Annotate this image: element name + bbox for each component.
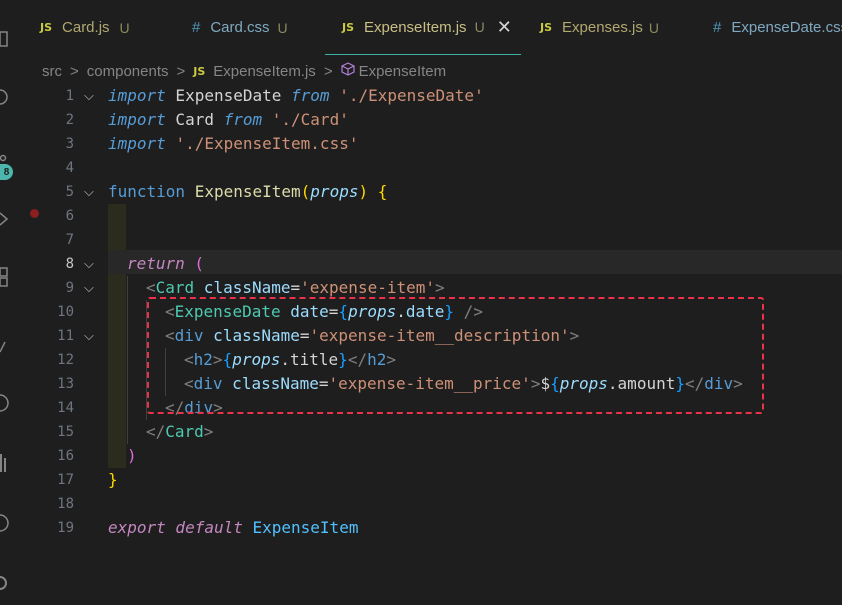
code-text: function ExpenseItem(props) { [108, 182, 388, 201]
line-number: 5 [65, 184, 74, 200]
code-line: 4 [20, 156, 842, 180]
breadcrumb: src > components > JS ExpenseItem.js > E… [42, 60, 446, 82]
code-text: ) [127, 446, 137, 465]
javascript-file-icon: JS [40, 21, 53, 34]
code-text: import './ExpenseItem.css' [108, 134, 359, 153]
untracked-badge: U [474, 19, 485, 35]
search-icon[interactable] [0, 88, 14, 105]
tab-expenseitem-js[interactable]: JS ExpenseItem.js U ✕ [325, 0, 521, 55]
fold-chevron-icon[interactable]: ⌵ [84, 84, 100, 108]
line-number: 18 [57, 496, 74, 512]
breadcrumb-item-file[interactable]: ExpenseItem.js [213, 63, 316, 80]
testing-icon[interactable] [0, 452, 14, 472]
breadcrumb-item-src[interactable]: src [42, 63, 62, 80]
line-number: 14 [57, 400, 74, 416]
code-line: 17 } [20, 468, 842, 492]
code-text: export default ExpenseItem [108, 518, 359, 537]
line-number: 3 [65, 136, 74, 152]
tab-label: Card.css [210, 19, 270, 36]
explorer-icon[interactable] [0, 30, 14, 47]
line-number: 10 [57, 304, 74, 320]
extensions-icon[interactable] [0, 266, 14, 287]
code-line: 15 </Card> [20, 420, 842, 444]
javascript-file-icon: JS [342, 20, 355, 34]
fold-chevron-icon[interactable]: ⌵ [84, 276, 100, 300]
fold-chevron-icon[interactable]: ⌵ [84, 252, 100, 276]
tab-label: Expenses.js [562, 19, 643, 36]
chevron-right-icon: > [176, 62, 186, 80]
css-file-icon: # [192, 19, 201, 36]
line-number: 15 [57, 424, 74, 440]
code-line: 2 import Card from './Card' [20, 108, 842, 132]
line-number: 19 [57, 520, 74, 536]
code-text: } [108, 470, 118, 489]
chevron-right-icon: > [70, 62, 79, 80]
line-number: 11 [57, 328, 74, 344]
remote-icon[interactable] [0, 340, 14, 354]
editor-tab-bar: JS Card.js U # Card.css U JS ExpenseItem… [20, 0, 842, 55]
untracked-badge: U [119, 19, 130, 36]
line-number: 1 [65, 88, 74, 104]
line-number: 16 [57, 448, 74, 464]
line-number: 2 [65, 112, 74, 128]
close-icon[interactable]: ✕ [497, 17, 512, 38]
line-number: 7 [65, 232, 74, 248]
tab-label: ExpenseDate.css [731, 19, 842, 36]
code-line: 1 ⌵ import ExpenseDate from './ExpenseDa… [20, 84, 842, 108]
code-text: </Card> [146, 422, 214, 441]
tab-expenses-js[interactable]: JS Expenses.js U [540, 0, 659, 55]
breadcrumb-item-symbol[interactable]: ExpenseItem [359, 63, 447, 80]
symbol-function-icon [340, 62, 355, 80]
code-line: 8 ⌵ return ( [20, 252, 842, 276]
javascript-file-icon: JS [540, 21, 553, 34]
source-control-badge: 8 [0, 164, 13, 180]
tab-label: Card.js [62, 19, 110, 36]
fold-chevron-icon[interactable]: ⌵ [84, 180, 100, 204]
source-control-icon[interactable] [0, 150, 14, 164]
tab-expensedate-css[interactable]: # ExpenseDate.css [713, 0, 842, 55]
chevron-right-icon: > [323, 62, 333, 80]
fold-chevron-icon[interactable]: ⌵ [84, 324, 100, 348]
account-icon[interactable] [0, 512, 14, 532]
css-file-icon: # [713, 19, 722, 36]
tab-card-js[interactable]: JS Card.js U [40, 0, 130, 55]
code-line: 3 import './ExpenseItem.css' [20, 132, 842, 156]
run-debug-icon[interactable] [0, 210, 14, 226]
line-number: 6 [65, 208, 74, 224]
tab-card-css[interactable]: # Card.css U [192, 0, 288, 55]
line-number: 9 [65, 280, 74, 296]
untracked-badge: U [648, 19, 660, 36]
line-number: 13 [57, 376, 74, 392]
code-line: 18 [20, 492, 842, 516]
untracked-badge: U [277, 19, 288, 36]
annotation-highlight-box [147, 297, 764, 414]
code-line: 6 [20, 204, 842, 228]
line-number: 8 [65, 256, 74, 272]
activity-bar: 8 [0, 0, 20, 605]
settings-icon[interactable] [0, 572, 14, 590]
line-number: 4 [65, 160, 74, 176]
code-line: 16 ) [20, 444, 842, 468]
tab-label: ExpenseItem.js [364, 18, 467, 36]
line-number: 12 [57, 352, 74, 368]
breadcrumb-item-components[interactable]: components [87, 63, 169, 80]
code-text: return ( [127, 254, 205, 273]
code-line: 19 export default ExpenseItem [20, 516, 842, 540]
code-line: 7 [20, 228, 842, 252]
line-number: 17 [57, 472, 74, 488]
javascript-file-icon: JS [193, 64, 206, 78]
code-text: import Card from './Card' [108, 110, 349, 129]
timeline-icon[interactable] [0, 392, 14, 412]
code-text: import ExpenseDate from './ExpenseDate' [108, 86, 484, 105]
code-line: 5 ⌵ function ExpenseItem(props) { [20, 180, 842, 204]
